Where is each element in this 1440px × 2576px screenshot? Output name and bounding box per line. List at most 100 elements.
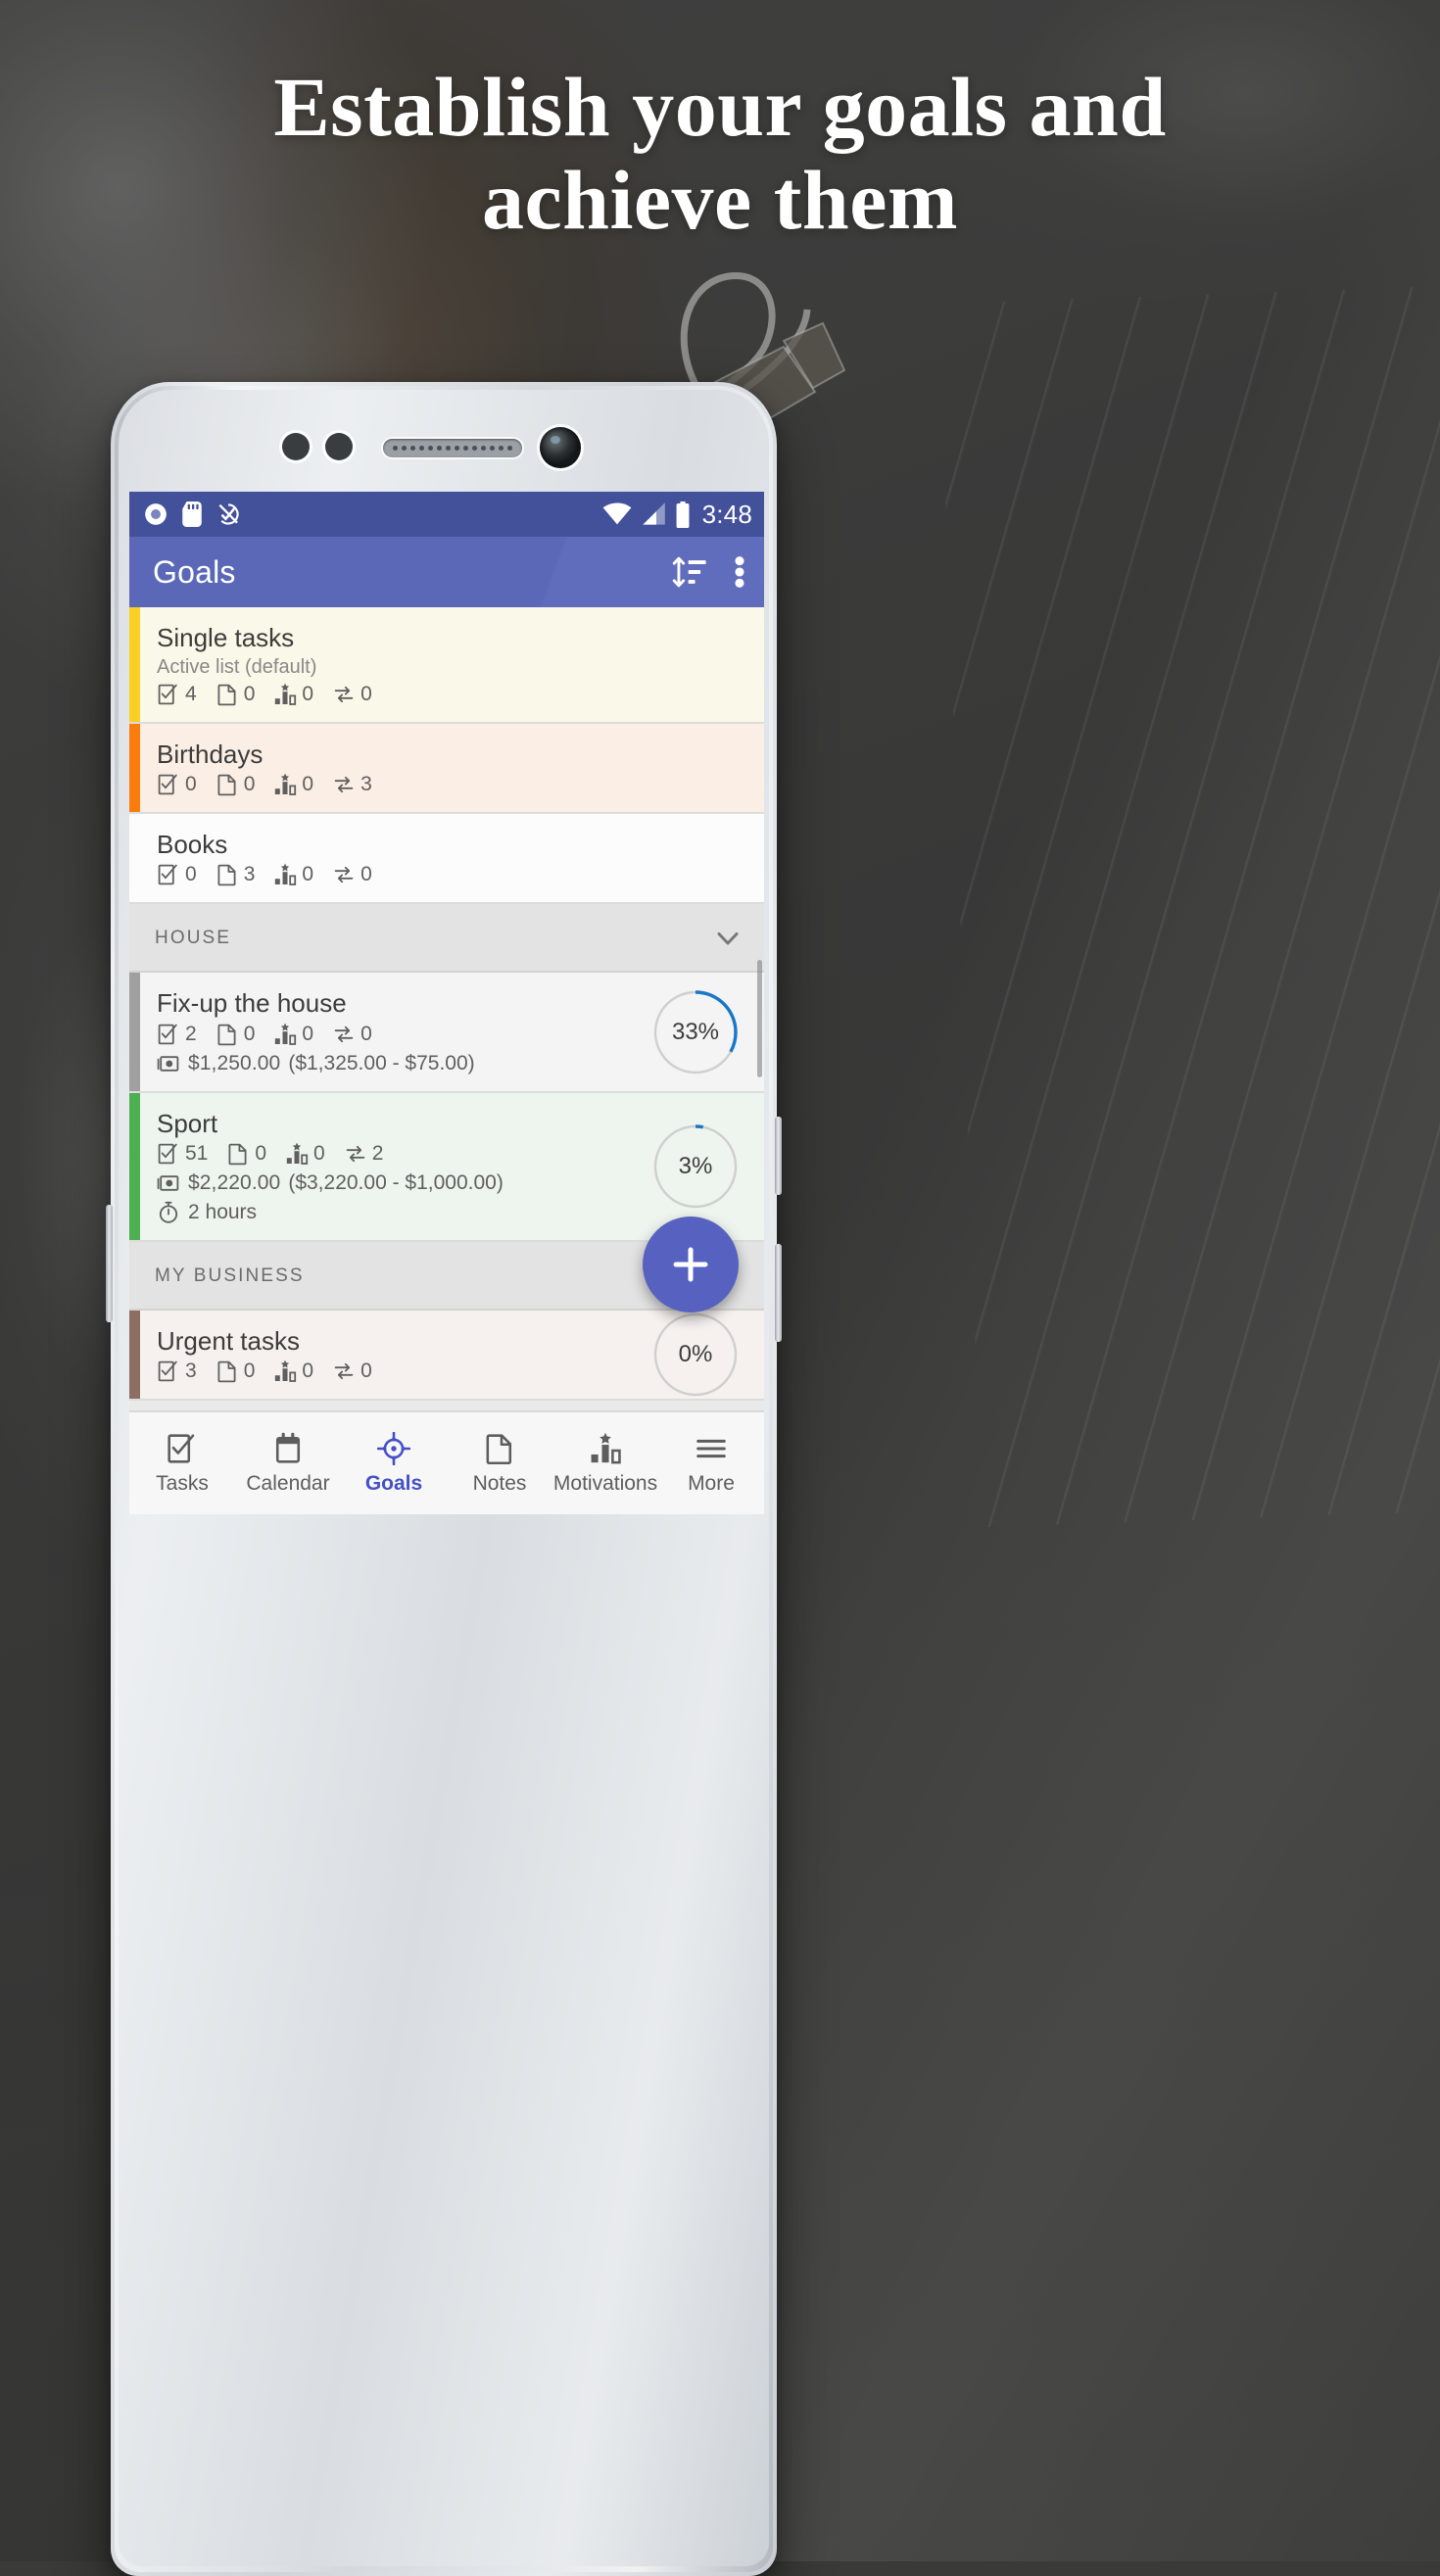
plus-icon bbox=[673, 1247, 708, 1282]
more-vertical-icon[interactable] bbox=[733, 555, 746, 589]
goal-title: Books bbox=[157, 830, 228, 860]
repeat-icon bbox=[332, 863, 356, 886]
repeat-icon bbox=[332, 773, 356, 796]
stat-repeats-value: 0 bbox=[360, 1359, 372, 1382]
goal-stats: 0 3 0 0 bbox=[157, 863, 746, 886]
bar-chart-star-icon bbox=[273, 863, 297, 886]
bar-chart-star-icon bbox=[589, 1432, 622, 1465]
nav-item-label: Tasks bbox=[156, 1471, 209, 1495]
stat-notes-value: 3 bbox=[243, 863, 256, 886]
goal-list-item[interactable]: Birthdays 0 0 0 3 bbox=[129, 724, 764, 815]
note-page-icon bbox=[216, 773, 239, 796]
stat-motivations-value: 0 bbox=[302, 1359, 314, 1382]
hamburger-menu-icon bbox=[695, 1432, 728, 1465]
stat-motivations: 0 bbox=[285, 1142, 325, 1166]
status-bar-left-icons bbox=[143, 501, 241, 527]
phone-screen: 3:48 Goals Single tasks Active list (def… bbox=[129, 492, 764, 1514]
bottom-navigation[interactable]: Tasks Calendar Goals Notes Motivations More bbox=[129, 1410, 764, 1514]
goal-accent-bar bbox=[129, 724, 140, 813]
stat-notes: 0 bbox=[216, 773, 255, 796]
repeat-icon bbox=[332, 683, 356, 706]
stat-repeats: 0 bbox=[332, 1360, 372, 1383]
stat-tasks-value: 3 bbox=[185, 1359, 197, 1382]
status-bar-right-icons: 3:48 bbox=[602, 500, 752, 530]
stat-tasks-value: 0 bbox=[185, 773, 197, 796]
goal-progress-ring: 33% bbox=[648, 985, 743, 1079]
goal-section-header[interactable]: HOUSE bbox=[129, 904, 764, 974]
phone-bixby-button bbox=[775, 1244, 782, 1342]
goal-stats: 4 0 0 0 bbox=[157, 683, 746, 706]
stat-tasks: 3 bbox=[157, 1360, 197, 1383]
bar-chart-star-icon bbox=[273, 1360, 297, 1383]
nav-item-more[interactable]: More bbox=[658, 1412, 764, 1514]
goal-list-item[interactable]: Urgent tasks 3 0 0 0 0% bbox=[129, 1308, 764, 1402]
goal-title: Single tasks bbox=[157, 623, 295, 652]
sort-icon[interactable] bbox=[672, 555, 707, 589]
stat-notes: 0 bbox=[216, 1023, 255, 1046]
stat-repeats-value: 0 bbox=[360, 1022, 372, 1045]
stat-repeats: 0 bbox=[332, 683, 372, 706]
tasks-check-icon bbox=[157, 863, 180, 886]
stat-repeats-value: 2 bbox=[371, 1141, 384, 1165]
earpiece-speaker bbox=[383, 439, 522, 457]
nav-item-motivations[interactable]: Motivations bbox=[552, 1412, 658, 1514]
page-title: Establish your goals and achieve them bbox=[273, 60, 1167, 248]
goals-list[interactable]: Single tasks Active list (default) 4 0 0 … bbox=[129, 607, 764, 1410]
note-page-icon bbox=[216, 1023, 239, 1046]
stat-motivations: 0 bbox=[273, 1023, 313, 1046]
stat-tasks: 0 bbox=[157, 863, 197, 886]
stat-tasks-value: 4 bbox=[185, 683, 197, 706]
nav-item-calendar[interactable]: Calendar bbox=[235, 1412, 341, 1514]
nav-item-label: More bbox=[688, 1471, 735, 1495]
chevron-down-icon[interactable] bbox=[713, 924, 743, 953]
note-page-icon bbox=[216, 1360, 239, 1383]
goal-list-item[interactable]: Fix-up the house 2 0 0 0 $1,250.00 ($1,3… bbox=[129, 973, 764, 1093]
stat-repeats: 2 bbox=[344, 1141, 384, 1166]
goal-progress-value: 33% bbox=[671, 1018, 720, 1045]
stat-notes: 0 bbox=[216, 1359, 256, 1383]
sync-disabled-icon bbox=[218, 503, 239, 525]
bar-chart-star-icon bbox=[273, 1023, 297, 1046]
stat-notes: 0 bbox=[226, 1142, 266, 1166]
stat-repeats: 0 bbox=[332, 863, 372, 886]
nav-item-tasks[interactable]: Tasks bbox=[129, 1412, 235, 1514]
sd-card-icon bbox=[182, 501, 202, 527]
bar-chart-star-icon bbox=[285, 1142, 309, 1166]
goal-list-item[interactable]: Single tasks Active list (default) 4 0 0 … bbox=[129, 607, 764, 725]
goal-money-breakdown: ($3,220.00 - $1,000.00) bbox=[288, 1170, 504, 1194]
nav-item-label: Notes bbox=[472, 1471, 527, 1495]
goal-time-value: 2 hours bbox=[188, 1200, 258, 1223]
stat-tasks-value: 2 bbox=[185, 1022, 197, 1045]
note-page-icon bbox=[216, 683, 239, 706]
stat-tasks: 2 bbox=[157, 1023, 197, 1046]
stat-notes-value: 0 bbox=[243, 1359, 256, 1382]
nav-item-goals[interactable]: Goals bbox=[341, 1412, 447, 1514]
goal-list-item[interactable]: Sport 51 0 0 2 $2,220.00 ($3,220.00 - $1… bbox=[129, 1092, 764, 1242]
goal-progress-ring: 0% bbox=[648, 1308, 743, 1402]
repeat-icon bbox=[332, 1023, 356, 1046]
phone-mockup: 3:48 Goals Single tasks Active list (def… bbox=[106, 382, 782, 2576]
front-camera-icon bbox=[540, 427, 581, 468]
status-bar-clock: 3:48 bbox=[701, 499, 752, 529]
light-sensor-icon bbox=[325, 433, 353, 460]
stat-motivations-value: 0 bbox=[302, 683, 314, 706]
scrollbar-thumb[interactable] bbox=[757, 960, 762, 1077]
stat-motivations: 0 bbox=[273, 683, 313, 706]
stat-motivations: 0 bbox=[273, 773, 313, 796]
goal-accent-bar bbox=[129, 1310, 140, 1399]
add-goal-button[interactable] bbox=[643, 1216, 739, 1312]
stat-tasks: 0 bbox=[157, 773, 197, 796]
tasks-check-icon bbox=[157, 1142, 180, 1166]
stat-motivations-value: 0 bbox=[302, 1022, 314, 1045]
nav-item-notes[interactable]: Notes bbox=[447, 1412, 552, 1514]
goal-list-item[interactable]: Books 0 3 0 0 bbox=[129, 814, 764, 905]
calendar-icon bbox=[271, 1432, 305, 1465]
stat-repeats-value: 0 bbox=[360, 863, 372, 886]
stat-repeats: 0 bbox=[332, 1023, 372, 1046]
stat-tasks: 4 bbox=[157, 683, 197, 706]
phone-front-panel: 3:48 Goals Single tasks Active list (def… bbox=[119, 390, 769, 2566]
goal-title: Birthdays bbox=[157, 739, 264, 770]
repeat-icon bbox=[344, 1142, 367, 1166]
tasks-check-icon bbox=[157, 1023, 180, 1046]
record-icon bbox=[145, 503, 167, 525]
